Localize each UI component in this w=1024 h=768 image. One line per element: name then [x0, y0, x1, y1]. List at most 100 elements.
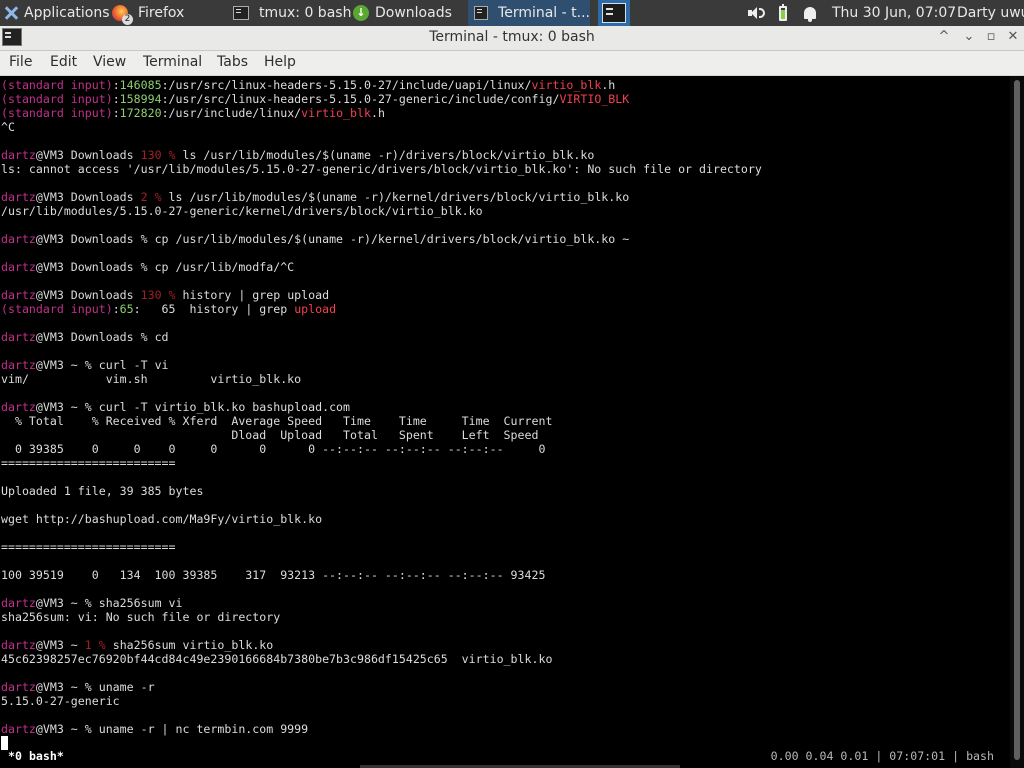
terminal-line: vim/ vim.sh virtio_blk.ko	[1, 372, 301, 386]
taskbar-downloads[interactable]: ↓ Downloads	[353, 0, 452, 26]
volume-icon	[748, 6, 765, 20]
taskbar-terminal[interactable]: Terminal - t...	[468, 0, 590, 26]
terminal-text: :/usr/src/linux-headers-5.15.0-27/includ…	[161, 78, 532, 92]
volume-button[interactable]	[748, 0, 765, 26]
menu-help[interactable]: Help	[264, 54, 296, 70]
user-menu[interactable]: Darty uwu	[957, 0, 1024, 26]
terminal-line: dartz@VM3 ~ 1 % sha256sum virtio_blk.ko	[1, 638, 273, 652]
terminal-text: :/usr/include/linux/	[161, 106, 302, 120]
tmux-window-list: *0 bash*	[8, 749, 64, 763]
terminal-line: 5.15.0-27-generic	[1, 694, 120, 708]
menu-file[interactable]: File	[9, 54, 32, 70]
terminal-text: @VM3 Downloads	[35, 288, 141, 302]
terminal-line: /usr/lib/modules/5.15.0-27-generic/kerne…	[1, 204, 483, 218]
terminal-text: @VM3 Downloads % cp /usr/lib/modfa/^C	[35, 260, 295, 274]
terminal-text: :	[112, 302, 120, 316]
terminal-text: ls: cannot access '/usr/lib/modules/5.15…	[1, 162, 762, 176]
clock[interactable]: Thu 30 Jun, 07:07	[832, 0, 956, 26]
shade-button[interactable]: ⌄	[960, 28, 978, 46]
terminal-text: dartz	[1, 358, 36, 372]
maximize-button[interactable]: ▫	[982, 28, 1000, 46]
terminal-text: (standard input)	[1, 78, 113, 92]
terminal-text: virtio_blk	[531, 78, 602, 92]
terminal-text: (standard input)	[1, 106, 113, 120]
terminal-text: 158994	[119, 92, 162, 106]
terminal-text: @VM3 ~ % uname -r	[35, 680, 155, 694]
menu-view[interactable]: View	[93, 54, 126, 70]
workspace-terminal-button[interactable]	[598, 0, 630, 26]
terminal-line: =========================	[1, 456, 176, 470]
terminal-text: 130 %	[140, 288, 176, 302]
terminal-text: 2 %	[140, 190, 162, 204]
taskbar-firefox[interactable]: 2 Firefox	[112, 0, 184, 26]
terminal-line: sha256sum: vi: No such file or directory	[1, 610, 280, 624]
taskbar-tmux-label: tmux: 0 bash	[259, 5, 352, 21]
terminal-text: dartz	[1, 638, 36, 652]
terminal-text: :	[112, 92, 120, 106]
notifications-button[interactable]	[804, 0, 816, 26]
terminal-line: dartz@VM3 ~ % curl -T virtio_blk.ko bash…	[1, 400, 350, 414]
terminal-line: Dload Upload Total Spent Left Speed	[1, 428, 538, 442]
terminal-text: =========================	[1, 456, 176, 470]
terminal-text: : 65 history | grep	[133, 302, 295, 316]
terminal-text: ls /usr/lib/modules/$(uname -r)/kernel/d…	[161, 190, 630, 204]
user-label: Darty uwu	[957, 5, 1024, 21]
terminal-text: @VM3 Downloads	[35, 190, 141, 204]
terminal-line: wget http://bashupload.com/Ma9Fy/virtio_…	[1, 512, 322, 526]
terminal-icon	[602, 3, 626, 23]
battery-button[interactable]	[779, 0, 787, 26]
firefox-window-count: 2	[122, 14, 133, 25]
terminal-text: VIRTIO_BLK	[559, 92, 630, 106]
terminal-text: @VM3 ~ % curl -T vi	[35, 358, 169, 372]
terminal-text: history | grep upload	[175, 288, 330, 302]
terminal-text: 45c62398257ec76920bf44cd84c49e2390166684…	[1, 652, 553, 666]
menu-edit[interactable]: Edit	[50, 54, 77, 70]
taskbar-tmux[interactable]: tmux: 0 bash	[233, 0, 351, 26]
terminal-text: wget http://bashupload.com/Ma9Fy/virtio_…	[1, 512, 323, 526]
terminal-cursor	[1, 736, 8, 750]
bell-icon	[804, 7, 816, 22]
menu-terminal[interactable]: Terminal	[143, 54, 202, 70]
terminal-text: .h	[601, 78, 616, 92]
applications-menu[interactable]: Applications	[2, 0, 110, 26]
terminal-icon	[233, 6, 249, 20]
terminal-line: dartz@VM3 Downloads % cd	[1, 330, 169, 344]
terminal-scrollbar[interactable]	[1010, 76, 1024, 768]
terminal-text: 5.15.0-27-generic	[1, 694, 120, 708]
terminal-text: Dload Upload Total Spent Left Speed	[1, 428, 539, 442]
terminal-line: (standard input):65: 65 history | grep u…	[1, 302, 336, 316]
terminal-text: vim/ vim.sh virtio_blk.ko	[1, 372, 302, 386]
terminal-line: ls: cannot access '/usr/lib/modules/5.15…	[1, 162, 762, 176]
close-button[interactable]: ✕	[1004, 28, 1022, 46]
terminal-text: sha256sum: vi: No such file or directory	[1, 610, 281, 624]
terminal-text: :	[112, 106, 120, 120]
terminal-text: @VM3 ~ % sha256sum vi	[35, 596, 183, 610]
terminal-text: dartz	[1, 232, 36, 246]
scrollbar-thumb[interactable]	[1014, 80, 1020, 760]
terminal-text: 0 39385 0 0 0 0 0 0 --:--:-- --:--:-- --…	[1, 442, 546, 456]
terminal-line: dartz@VM3 Downloads 2 % ls /usr/lib/modu…	[1, 190, 629, 204]
terminal-line: dartz@VM3 Downloads % cp /usr/lib/modfa/…	[1, 260, 294, 274]
terminal-text: Uploaded 1 file, 39 385 bytes	[1, 484, 204, 498]
applications-label: Applications	[24, 5, 110, 21]
terminal-text: @VM3 ~	[35, 638, 85, 652]
terminal-line: (standard input):172820:/usr/include/lin…	[1, 106, 385, 120]
terminal-text: upload	[294, 302, 337, 316]
terminal-text: sha256sum virtio_blk.ko	[105, 638, 274, 652]
taskbar-terminal-label: Terminal - t...	[498, 5, 590, 21]
terminal-line: 100 39519 0 134 100 39385 317 93213 --:-…	[1, 568, 545, 582]
terminal-text: @VM3 Downloads	[35, 148, 141, 162]
terminal-text: 100 39519 0 134 100 39385 317 93213 --:-…	[1, 568, 546, 582]
terminal-icon	[474, 6, 489, 20]
terminal-text: dartz	[1, 330, 36, 344]
clock-label: Thu 30 Jun, 07:07	[832, 5, 957, 21]
terminal-text: dartz	[1, 400, 36, 414]
window-title: Terminal - tmux: 0 bash	[429, 29, 595, 45]
terminal-text: dartz	[1, 190, 36, 204]
terminal-line: dartz@VM3 Downloads 130 % history | grep…	[1, 288, 329, 302]
minimize-button[interactable]: ^	[935, 28, 953, 46]
firefox-icon: 2	[112, 5, 133, 25]
menu-tabs[interactable]: Tabs	[217, 54, 248, 70]
terminal-output[interactable]: (standard input):146085:/usr/src/linux-h…	[0, 76, 1010, 768]
terminal-text: dartz	[1, 722, 36, 736]
